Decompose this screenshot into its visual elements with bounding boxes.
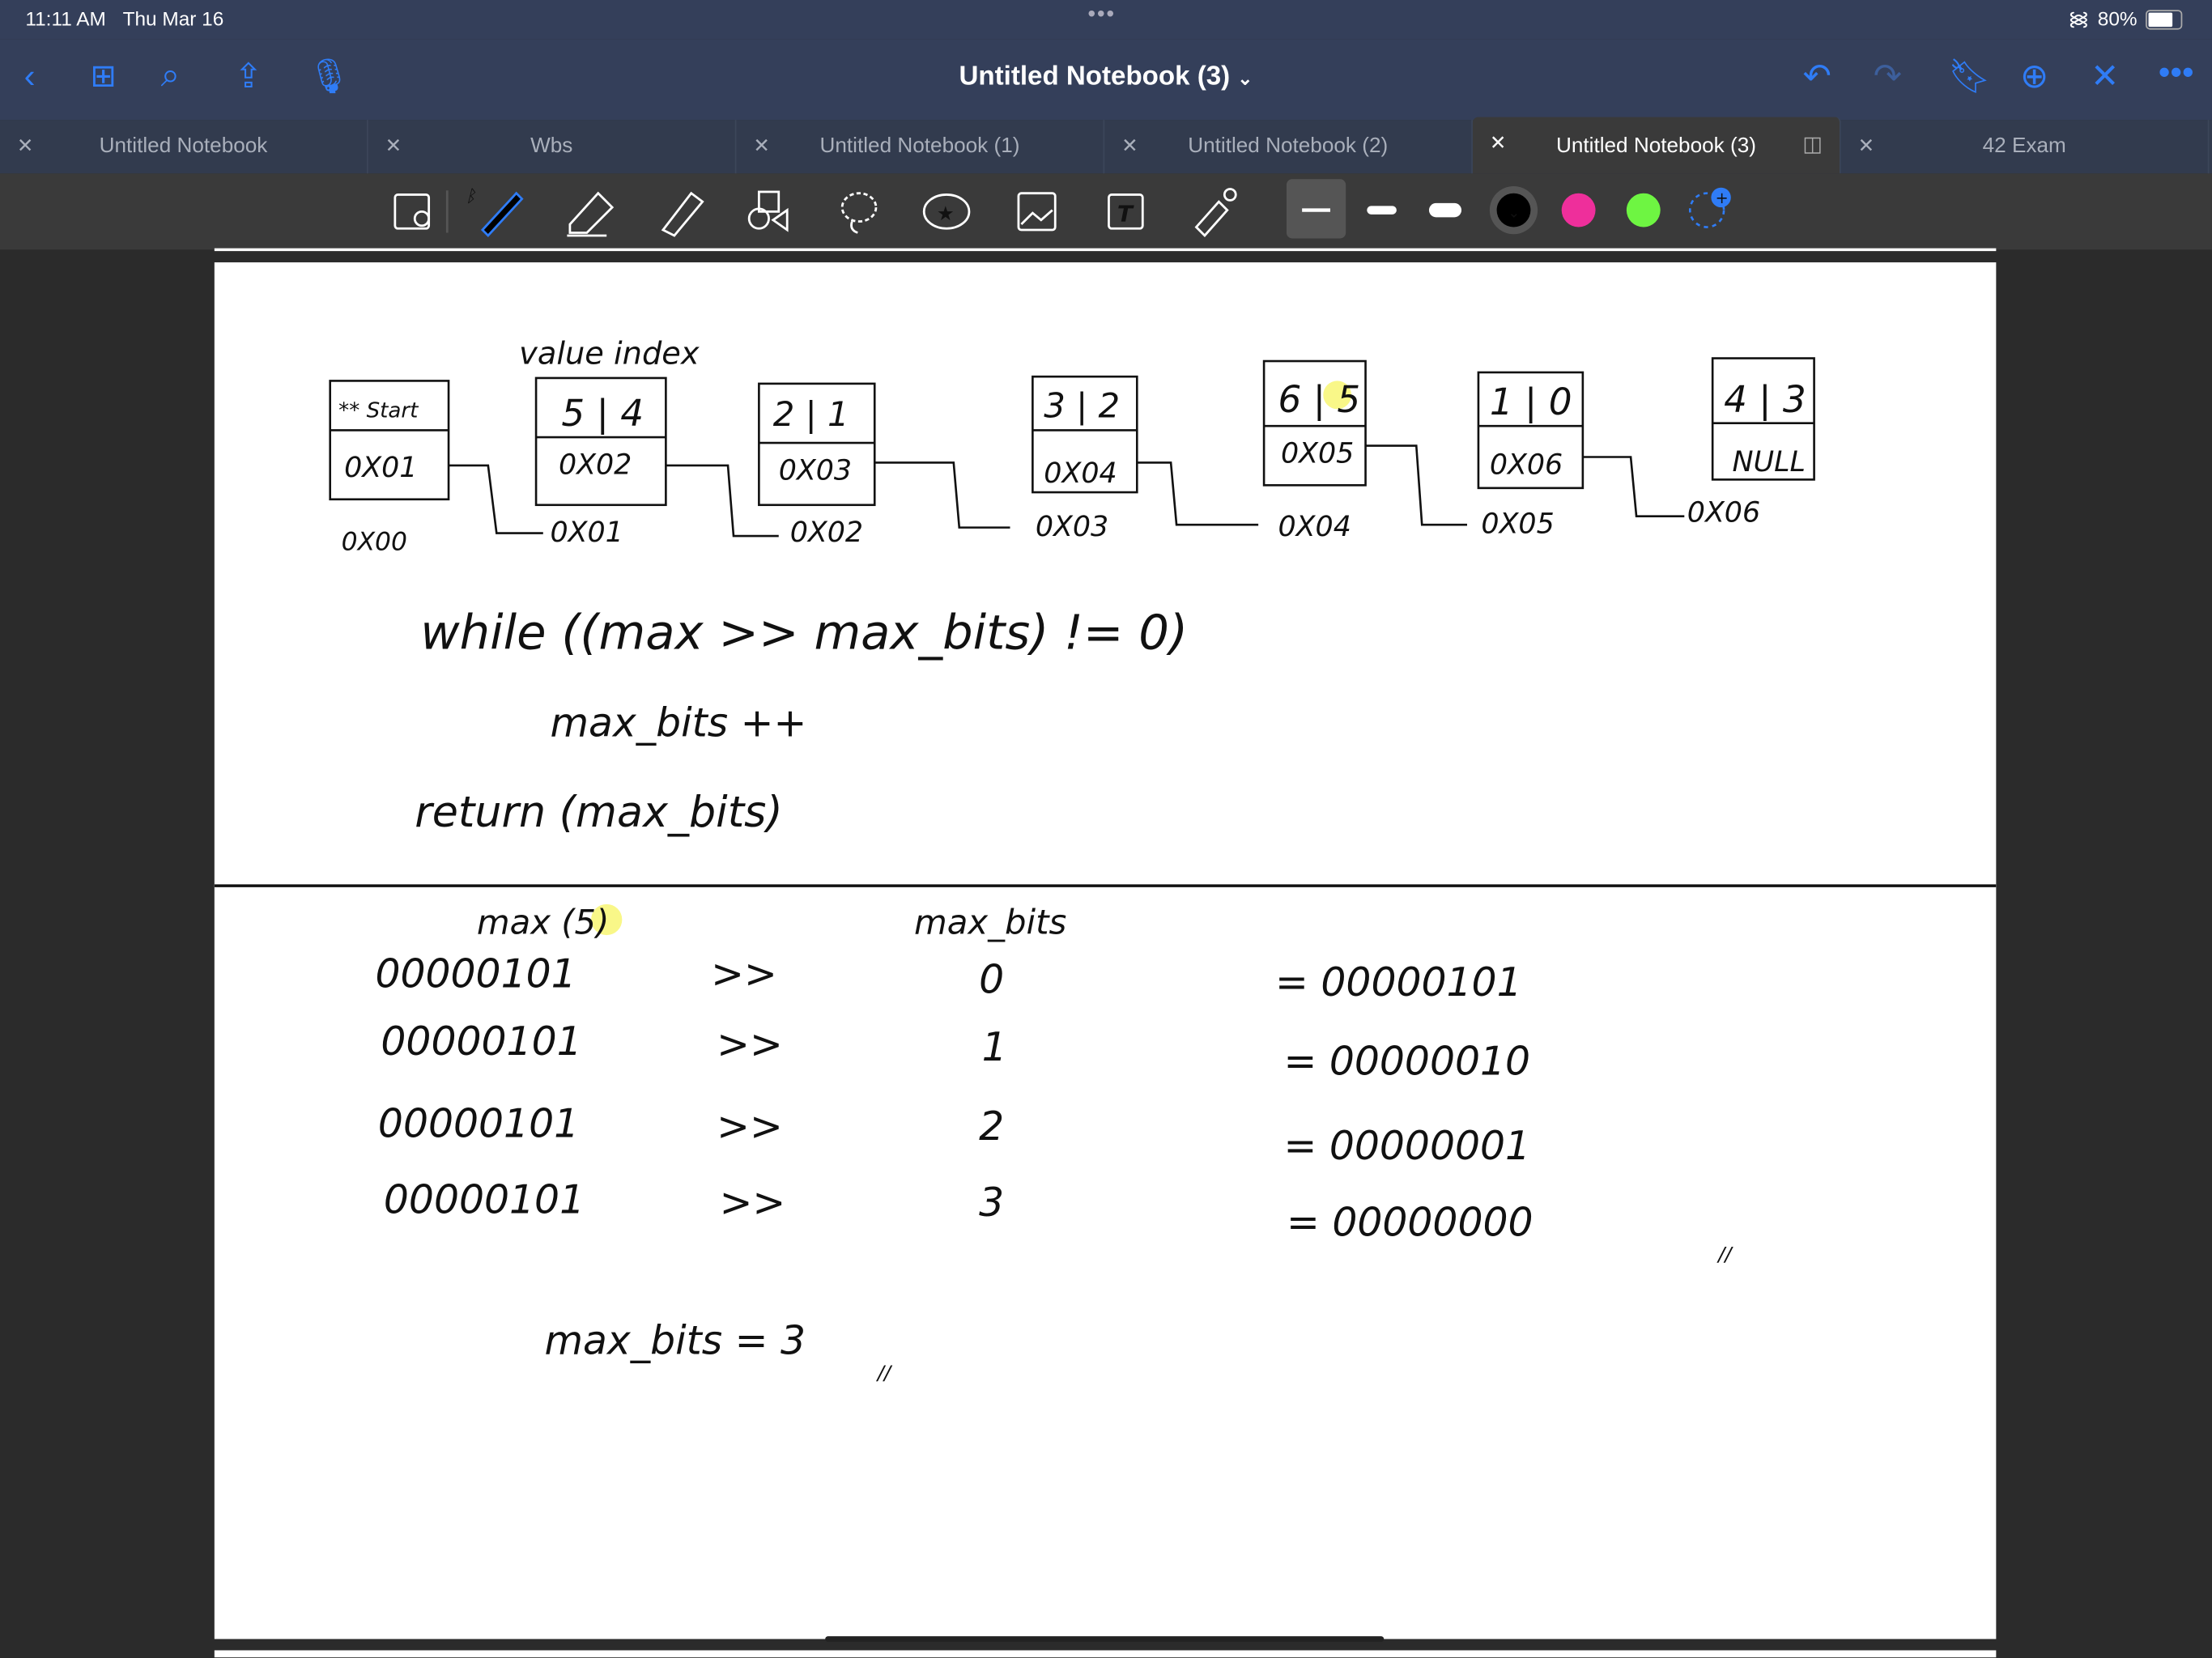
close-toolbar-icon[interactable]: ✕ xyxy=(2091,57,2119,98)
undo-icon[interactable]: ↶ xyxy=(1803,57,1831,98)
node-address: 0X03 xyxy=(779,454,852,487)
handwriting-canvas[interactable]: value index ** Start 0X01 0X00 5 | 4 0X0… xyxy=(214,262,1997,1639)
bookmark-icon[interactable]: 🔖︎ xyxy=(1948,57,1991,98)
home-indicator xyxy=(825,1636,1385,1643)
code-line: max_bits ++ xyxy=(550,699,806,746)
page-edge xyxy=(214,248,1997,252)
redo-icon[interactable]: ↷ xyxy=(1874,57,1902,98)
result-line: max_bits = 3 xyxy=(545,1318,806,1364)
page-edge xyxy=(214,1650,1997,1658)
battery-percent: 80% xyxy=(2097,6,2138,30)
binary-value: 00000101 xyxy=(381,1018,581,1065)
node-value: 6 | 5 xyxy=(1278,378,1361,421)
tab-untitled-notebook[interactable]: ✕ Untitled Notebook xyxy=(0,120,368,174)
node-label: 0X01 xyxy=(550,517,623,549)
node-label: 0X02 xyxy=(790,517,863,549)
shift-operator: >> xyxy=(711,951,777,997)
binary-value: 00000101 xyxy=(378,1100,579,1146)
node-address: 0X04 xyxy=(1044,457,1117,490)
node-address: 0X01 xyxy=(344,452,417,484)
binary-value: 00000101 xyxy=(384,1176,585,1222)
node-value: ** Start xyxy=(338,399,419,423)
color-pink-button[interactable] xyxy=(1561,193,1596,227)
svg-text:+: + xyxy=(1716,189,1729,207)
shift-result: = 00000000 xyxy=(1287,1199,1534,1245)
shift-operator: >> xyxy=(717,1103,783,1150)
tab-42-exam[interactable]: ✕ 42 Exam xyxy=(1841,120,2210,174)
color-green-button[interactable] xyxy=(1626,193,1661,227)
node-value: 5 | 4 xyxy=(561,392,644,435)
laser-pointer-icon[interactable] xyxy=(1194,188,1237,237)
shift-result: = 00000101 xyxy=(1275,959,1522,1005)
node-address: 0X02 xyxy=(559,449,632,481)
node-label: 0X06 xyxy=(1687,497,1760,529)
node-label: 0X03 xyxy=(1036,511,1108,543)
nav-bar: ‹ ⊞ ⌕ ⇪ 🎙︎ Untitled Notebook (3) ⌄ ↶ ↷ 🔖… xyxy=(0,39,2212,121)
svg-text:T: T xyxy=(1117,201,1134,227)
node-label: 0X00 xyxy=(342,527,407,556)
shift-amount: 3 xyxy=(979,1180,1004,1226)
more-icon[interactable]: ••• xyxy=(2159,53,2194,93)
node-label: 0X05 xyxy=(1481,508,1554,541)
tab-wbs[interactable]: ✕ Wbs xyxy=(368,120,737,174)
tab-untitled-notebook-2[interactable]: ✕ Untitled Notebook (2) xyxy=(1104,120,1473,174)
header-label: value index xyxy=(519,336,700,372)
svg-text:ᛒ: ᛒ xyxy=(466,186,476,206)
split-view-icon[interactable]: ◫ xyxy=(1802,131,1823,157)
shift-result: = 00000010 xyxy=(1283,1039,1530,1085)
node-value: 2 | 1 xyxy=(773,394,849,434)
notebook-page[interactable]: value index ** Start 0X01 0X00 5 | 4 0X0… xyxy=(214,262,1997,1639)
shift-amount: 2 xyxy=(979,1103,1004,1150)
node-value: 4 | 3 xyxy=(1724,378,1806,421)
tick-mark: // xyxy=(876,1361,893,1384)
node-address: 0X05 xyxy=(1281,437,1354,470)
shift-operator: >> xyxy=(720,1180,786,1226)
zoom-window-icon[interactable] xyxy=(393,193,431,230)
binary-value: 00000101 xyxy=(375,951,576,997)
shift-amount: 0 xyxy=(979,957,1004,1003)
shift-amount: 1 xyxy=(982,1024,1007,1070)
status-date: Thu Mar 16 xyxy=(122,6,224,30)
node-label: 0X04 xyxy=(1278,511,1351,543)
shift-operator: >> xyxy=(717,1022,783,1068)
multitask-dots-icon[interactable]: ••• xyxy=(1087,2,1116,28)
tab-untitled-notebook-1[interactable]: ✕ Untitled Notebook (1) xyxy=(736,120,1105,174)
code-line: while ((max >> max_bits) != 0) xyxy=(420,604,1188,660)
tab-bar: ✕ Untitled Notebook ✕ Wbs ✕ Untitled Notebo… xyxy=(0,117,2212,174)
tick-mark: // xyxy=(1716,1243,1733,1266)
status-time: 11:11 AM xyxy=(25,6,106,30)
pen-icon[interactable]: ᛒ xyxy=(466,186,524,237)
node-value: 1 | 0 xyxy=(1490,380,1572,423)
eraser-icon[interactable] xyxy=(567,191,615,237)
node-address: NULL xyxy=(1733,446,1806,478)
code-line: return (max_bits) xyxy=(415,788,783,837)
column-header: max_bits xyxy=(914,902,1066,942)
wifi-icon: ᯼ xyxy=(2068,6,2090,30)
svg-text:★: ★ xyxy=(937,202,955,225)
text-box-icon[interactable]: T xyxy=(1108,193,1144,230)
drawing-toolbar: ᛒ ★ T ⌄ + xyxy=(0,173,2212,250)
toolbar-icons: ᛒ ★ T ⌄ + xyxy=(393,179,1731,239)
add-page-icon[interactable]: ⊕ xyxy=(2020,57,2048,98)
battery-icon xyxy=(2146,10,2183,30)
image-icon[interactable] xyxy=(1017,192,1057,232)
chevron-down-icon: ⌄ xyxy=(1508,205,1521,221)
shift-result: = 00000001 xyxy=(1283,1123,1530,1169)
status-bar: 11:11 AM Thu Mar 16 ••• ᯼ 80% xyxy=(0,0,2212,40)
chevron-down-icon: ⌄ xyxy=(1237,67,1253,89)
node-value: 3 | 2 xyxy=(1044,386,1120,426)
node-address: 0X06 xyxy=(1490,449,1563,481)
tab-untitled-notebook-3[interactable]: ✕ Untitled Notebook (3) ◫ xyxy=(1472,117,1841,174)
lasso-icon[interactable] xyxy=(840,192,878,234)
shapes-icon[interactable] xyxy=(747,190,789,232)
sticker-icon[interactable]: ★ xyxy=(922,193,971,230)
highlighter-icon[interactable] xyxy=(661,191,704,237)
column-header: max (5) xyxy=(477,902,610,942)
